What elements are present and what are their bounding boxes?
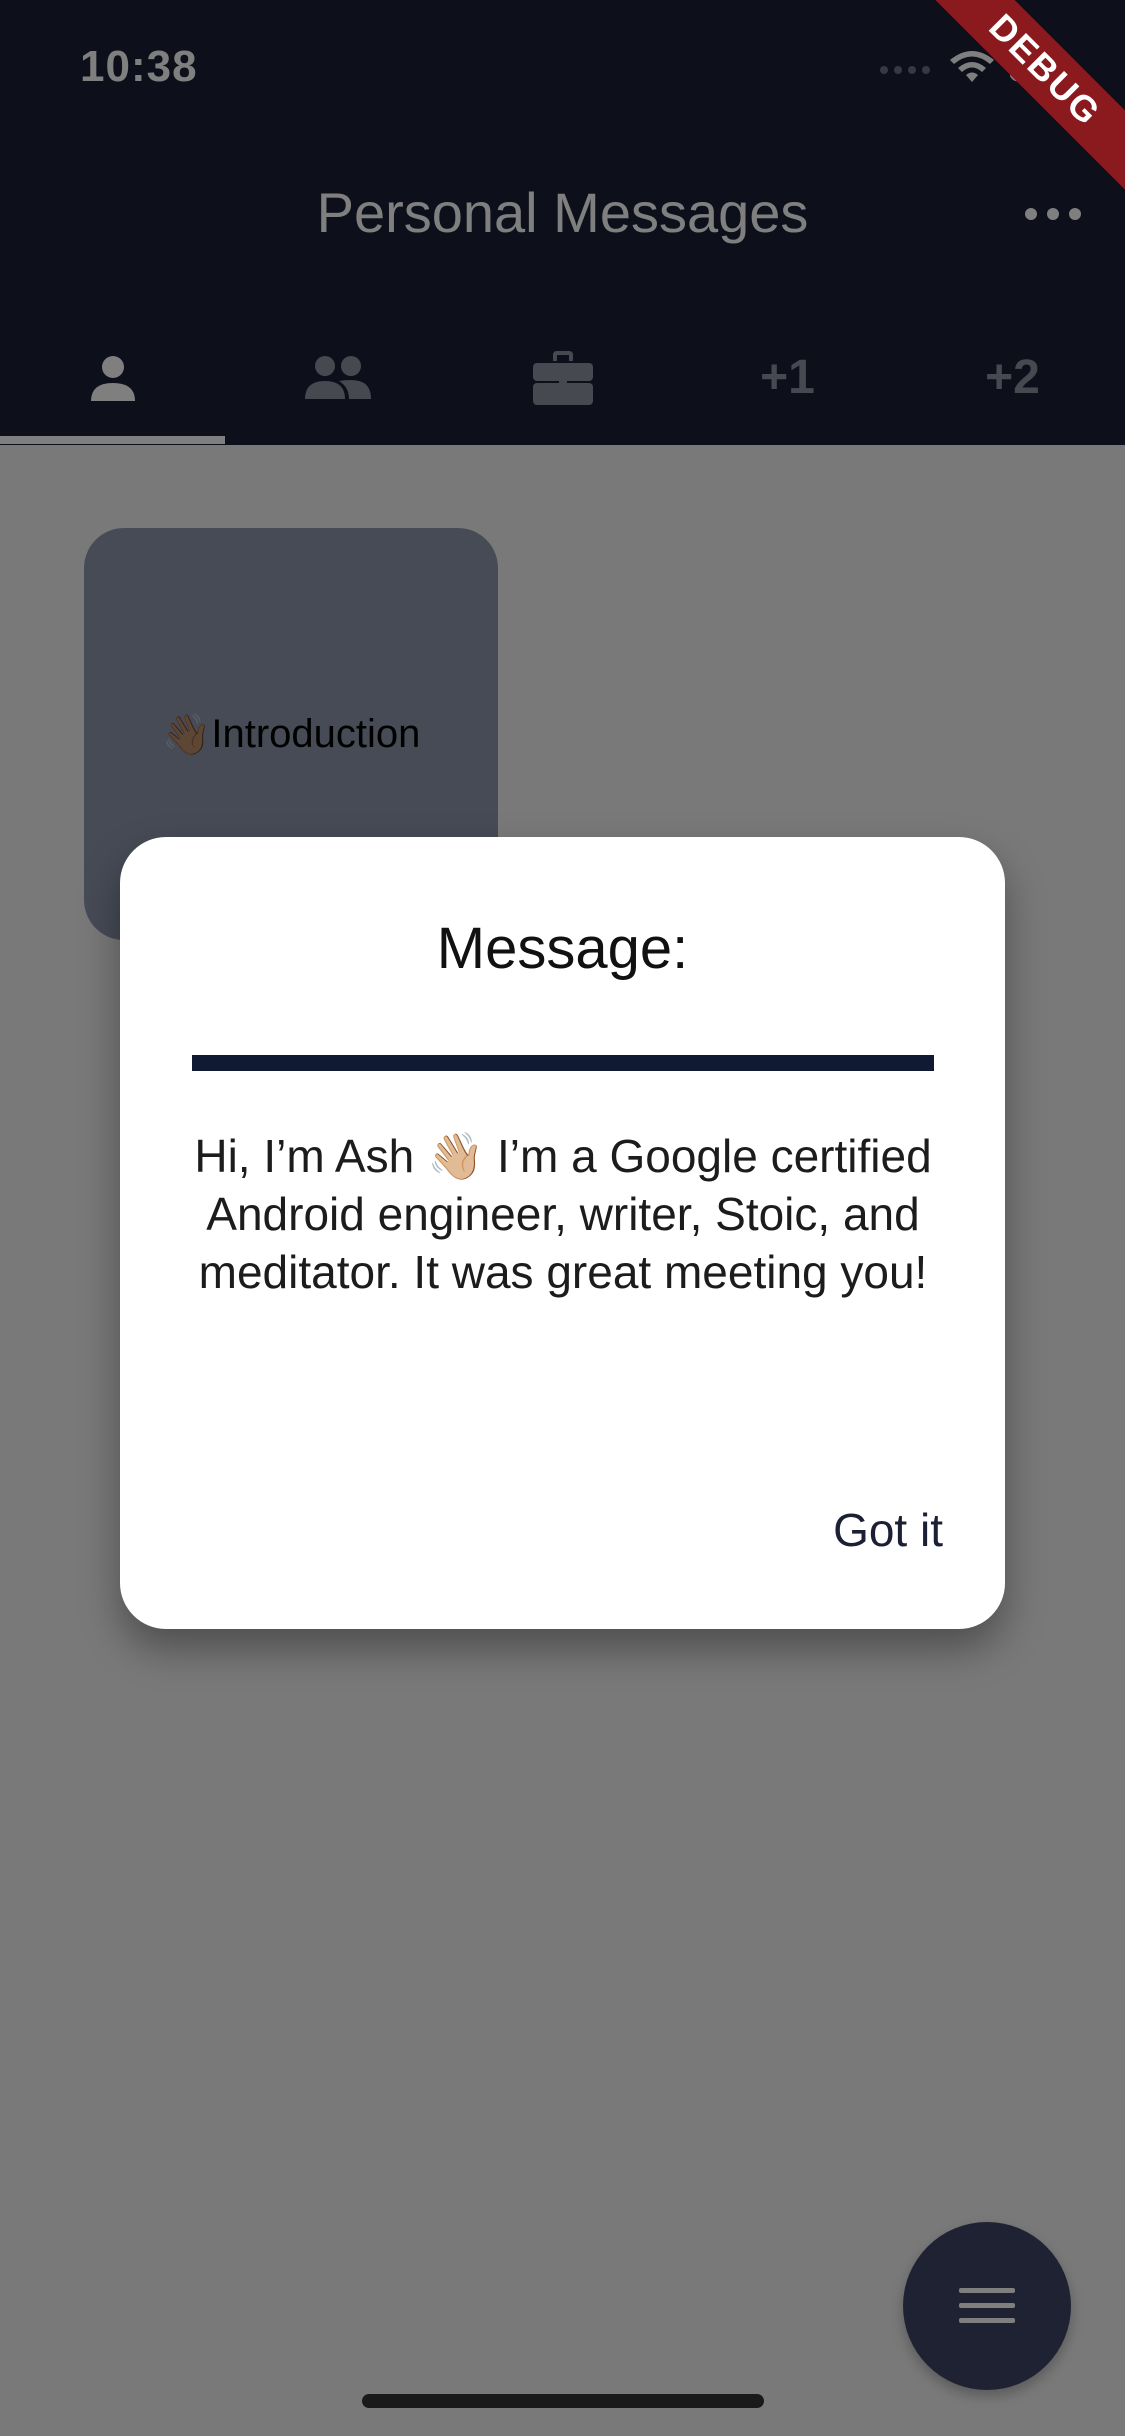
dialog-divider [192, 1055, 934, 1071]
got-it-button[interactable]: Got it [833, 1503, 943, 1557]
home-indicator [362, 2394, 764, 2408]
message-dialog: Message: Hi, I’m Ash 👋🏼 I’m a Google cer… [120, 837, 1005, 1629]
dialog-message: Hi, I’m Ash 👋🏼 I’m a Google certified An… [194, 1130, 932, 1298]
dialog-title: Message: [436, 916, 689, 981]
